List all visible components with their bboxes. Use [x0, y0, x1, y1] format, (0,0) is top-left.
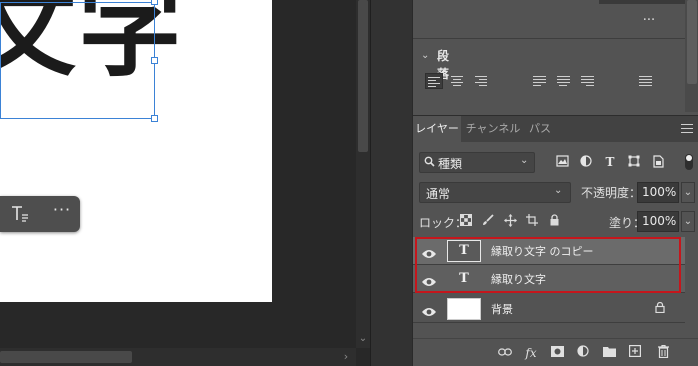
justify-all-icon[interactable]	[637, 73, 655, 89]
transform-handle-right[interactable]	[151, 57, 158, 64]
add-mask-icon[interactable]	[549, 345, 565, 361]
trash-delete-icon[interactable]	[655, 344, 671, 361]
align-left-icon[interactable]	[425, 73, 443, 89]
fx-layer-style-icon[interactable]: fx	[523, 345, 539, 361]
new-layer-icon[interactable]	[627, 345, 643, 361]
panel-menu-icon[interactable]	[681, 124, 693, 134]
eye-visibility-icon[interactable]	[421, 303, 437, 316]
tab-paths[interactable]: パス	[525, 116, 555, 142]
justify-last-right-icon[interactable]	[579, 73, 597, 89]
justify-last-center-icon[interactable]	[555, 73, 573, 89]
transform-handle-bottom-right[interactable]	[151, 115, 158, 122]
lock-transparent-pixels-icon[interactable]	[459, 214, 473, 228]
transform-handle-top-right[interactable]	[151, 0, 158, 5]
filter-pixel-layer-icon[interactable]	[555, 155, 569, 169]
lock-image-pixels-brush-icon[interactable]	[481, 214, 495, 228]
filter-toggle-knob	[686, 155, 692, 161]
selection-highlight-outline	[415, 237, 681, 293]
chevron-down-icon[interactable]: ⌄	[421, 47, 429, 65]
scroll-right-arrow-icon[interactable]: ›	[340, 351, 352, 363]
tab-channels[interactable]: チャンネル	[463, 116, 523, 142]
filter-shape-layer-icon[interactable]	[627, 155, 641, 169]
chevron-down-icon: ⌄	[520, 155, 529, 166]
fill-value: 100%	[642, 214, 677, 228]
panel-more-button[interactable]: ···	[639, 13, 659, 29]
layers-bottom-bar: fx	[413, 338, 698, 366]
panel-tabs: レイヤー チャンネル パス	[413, 115, 698, 142]
scroll-down-arrow-icon[interactable]: ⌄	[358, 334, 368, 344]
filter-type-layer-icon[interactable]: T	[603, 155, 617, 169]
lock-position-move-icon[interactable]	[503, 214, 517, 228]
layer-filter-value: 種類	[438, 157, 463, 171]
fill-input[interactable]: 100%	[637, 211, 679, 232]
align-center-icon[interactable]	[449, 73, 467, 89]
filter-smart-object-icon[interactable]	[651, 155, 665, 169]
fill-dropdown-chevron-icon[interactable]: ⌄	[681, 211, 695, 232]
tab-layers[interactable]: レイヤー	[413, 116, 461, 142]
panel-scroll-thumb[interactable]	[687, 0, 697, 84]
filter-adjustment-layer-icon[interactable]	[579, 155, 593, 169]
text-bounding-box[interactable]	[0, 2, 155, 119]
section-divider	[413, 38, 698, 39]
top-field	[599, 0, 685, 4]
layer-filter-select[interactable]: 種類 ⌄	[419, 152, 535, 173]
lock-icon[interactable]	[655, 301, 665, 316]
vertical-scroll-thumb[interactable]	[358, 0, 368, 152]
layer-name[interactable]: 背景	[491, 301, 513, 317]
lock-all-icon[interactable]	[547, 214, 561, 228]
folder-group-icon[interactable]	[601, 345, 617, 361]
right-panel: ··· ⌄ 段落 レイヤー チャンネル パス 種類 ⌄ T 通常 ⌄ 不透明度：…	[412, 0, 698, 366]
type-options-icon[interactable]	[10, 204, 32, 224]
chevron-down-icon: ⌄	[554, 185, 563, 196]
opacity-input[interactable]: 100%	[637, 182, 679, 203]
align-right-icon[interactable]	[473, 73, 491, 89]
horizontal-scroll-thumb[interactable]	[0, 351, 132, 363]
opacity-value: 100%	[642, 185, 677, 199]
link-layers-icon[interactable]	[497, 345, 513, 361]
blend-mode-select[interactable]: 通常 ⌄	[419, 182, 571, 203]
lock-artboard-icon[interactable]	[525, 214, 539, 228]
opacity-label: 不透明度：	[581, 186, 642, 200]
adjustment-layer-icon[interactable]	[575, 345, 591, 361]
opacity-dropdown-chevron-icon[interactable]: ⌄	[681, 182, 695, 203]
layer-row[interactable]: 背景	[413, 295, 685, 323]
more-options-button[interactable]: ···	[52, 202, 72, 222]
justify-last-left-icon[interactable]	[531, 73, 549, 89]
layer-thumbnail	[447, 298, 481, 320]
blend-mode-value: 通常	[426, 187, 451, 201]
panel-divider	[370, 0, 412, 366]
document-canvas[interactable]: 文字	[0, 0, 272, 302]
search-icon	[424, 156, 435, 170]
contextual-task-bar: ···	[0, 196, 80, 232]
